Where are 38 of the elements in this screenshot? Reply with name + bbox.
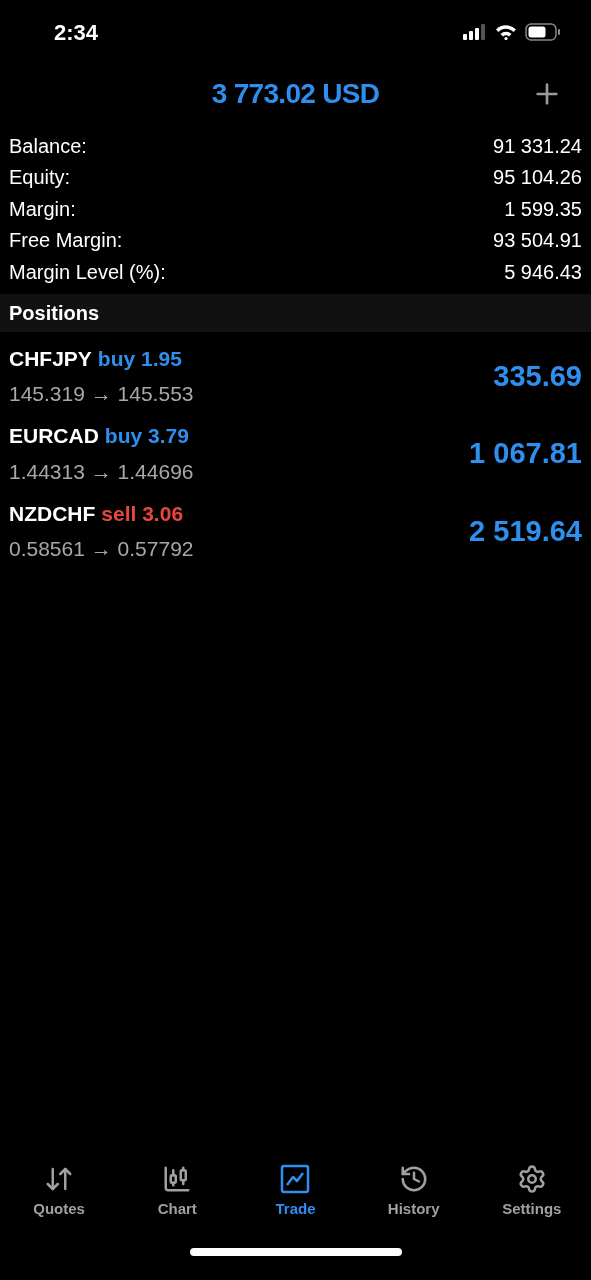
signal-icon [463, 24, 487, 40]
section-header: Positions [0, 293, 591, 332]
summary-value: 91 331.24 [493, 133, 582, 159]
position-profit: 2 519.64 [469, 513, 582, 549]
tab[interactable]: History [358, 1164, 469, 1221]
position-prices: 145.319 → 145.553 [9, 381, 194, 408]
tab[interactable]: Trade [240, 1164, 351, 1221]
line-chart-icon [280, 1164, 311, 1194]
summary-value: 95 104.26 [493, 165, 582, 191]
summary-label: Equity: [9, 165, 71, 191]
equity-title: 3 773.02 USD [211, 77, 380, 111]
position-symbol: EURCAD [9, 423, 99, 450]
position-symbol: CHFJPY [9, 345, 92, 372]
summary-value: 1 599.35 [504, 196, 582, 222]
battery-icon [525, 23, 561, 41]
summary-label: Margin: [9, 196, 76, 222]
tab[interactable]: Quotes [4, 1164, 115, 1221]
status-time: 2:34 [54, 18, 99, 47]
summary-label: Margin Level (%): [9, 259, 166, 285]
position-prices: 0.58561 → 0.57792 [9, 536, 194, 563]
tab[interactable]: Settings [476, 1164, 587, 1221]
summary-value: 93 504.91 [493, 228, 582, 254]
tab[interactable]: Chart [122, 1164, 233, 1221]
position-prices: 1.44313 → 1.44696 [9, 458, 194, 485]
position-row[interactable]: EURCAD buy 3.79 1.44313 → 1.44696 1 067.81 [0, 415, 591, 493]
position-profit: 335.69 [493, 358, 582, 394]
position-symbol: NZDCHF [9, 500, 96, 527]
wifi-icon [495, 24, 517, 40]
position-order: sell 3.06 [101, 500, 184, 527]
position-order: buy 1.95 [97, 345, 182, 372]
position-profit: 1 067.81 [469, 436, 582, 471]
summary-label: Balance: [9, 133, 87, 159]
settings-icon [516, 1164, 547, 1194]
position-row[interactable]: NZDCHF sell 3.06 0.58561 → 0.57792 2 519.64 [0, 492, 591, 570]
position-row[interactable]: CHFJPY buy 1.95 145.319 → 145.553 335.69 [0, 337, 591, 415]
summary-value: 5 946.43 [504, 259, 582, 285]
position-order: buy 3.79 [104, 423, 189, 450]
summary-label: Free Margin: [9, 228, 123, 254]
